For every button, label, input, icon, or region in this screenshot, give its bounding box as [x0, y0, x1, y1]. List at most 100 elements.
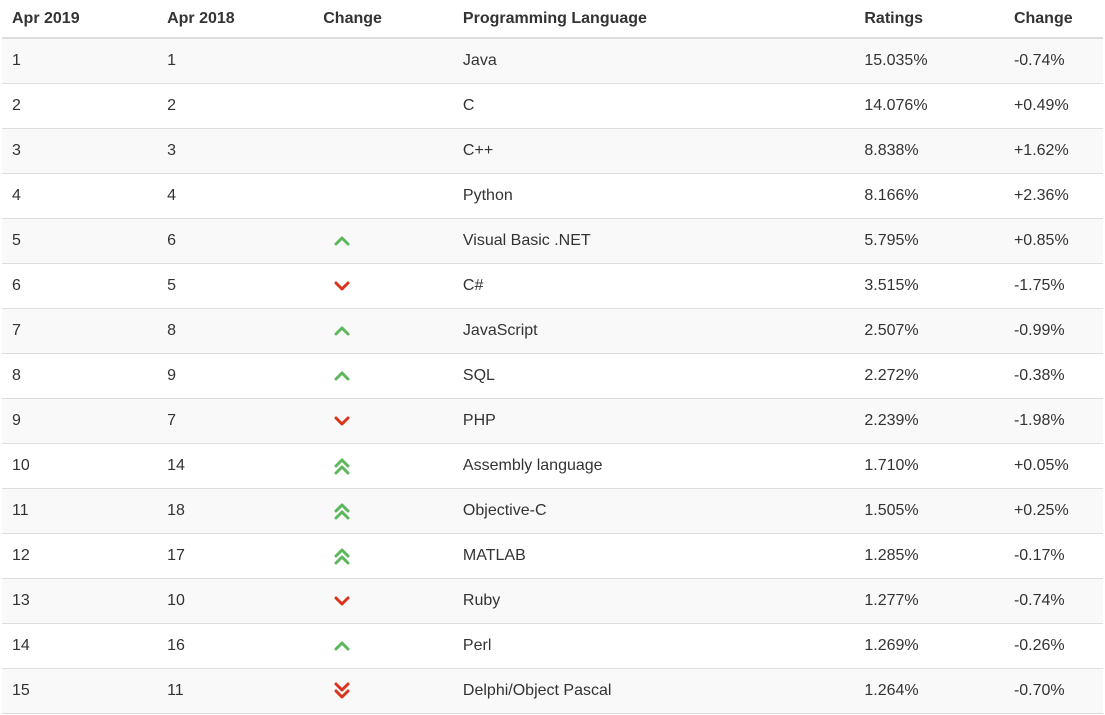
rank-2019: 10: [2, 443, 158, 489]
rank-2018: 18: [157, 488, 314, 534]
double-chevron-up-icon: [334, 548, 350, 565]
rank-2018: 7: [157, 398, 314, 444]
rank-change-indicator: [313, 128, 453, 174]
rating-change: -0.99%: [1003, 308, 1103, 354]
language-rating: 5.795%: [854, 218, 1004, 264]
rank-2019: 9: [2, 398, 158, 444]
table-row: 1 1 Java 15.035% -0.74%: [2, 37, 1103, 84]
rating-change: +0.49%: [1003, 83, 1103, 129]
rank-2018: 17: [157, 533, 314, 579]
language-rating: 1.264%: [854, 668, 1004, 714]
language-rating: 8.166%: [854, 173, 1004, 219]
language-name: Java: [452, 37, 855, 84]
chevron-up-icon: [334, 641, 350, 651]
rank-2018: 11: [157, 668, 314, 714]
rank-2019: 7: [2, 308, 158, 354]
double-chevron-up-icon: [334, 503, 350, 520]
rank-2019: 5: [2, 218, 158, 264]
table-row: 9 7 PHP 2.239% -1.98%: [2, 398, 1103, 444]
rank-2019: 8: [2, 353, 158, 399]
language-rating: 3.515%: [854, 263, 1004, 309]
table-row: 14 16 Perl 1.269% -0.26%: [2, 623, 1103, 669]
language-name: JavaScript: [452, 308, 855, 354]
rating-change: -0.26%: [1003, 623, 1103, 669]
rank-2019: 14: [2, 623, 158, 669]
table-row: 4 4 Python 8.166% +2.36%: [2, 173, 1103, 219]
rank-2019: 1: [2, 37, 158, 84]
language-name: Python: [452, 173, 855, 219]
language-name: C: [452, 83, 855, 129]
rating-change: +0.05%: [1003, 443, 1103, 489]
rank-change-indicator: [313, 578, 453, 624]
rank-2018: 1: [157, 37, 314, 84]
header-rank-change: Change: [313, 0, 453, 39]
language-rating: 1.285%: [854, 533, 1004, 579]
language-rating: 2.507%: [854, 308, 1004, 354]
language-rating: 14.076%: [854, 83, 1004, 129]
table-row: 13 10 Ruby 1.277% -0.74%: [2, 578, 1103, 624]
rating-change: +2.36%: [1003, 173, 1103, 219]
rank-change-indicator: [313, 398, 453, 444]
rating-change: +0.85%: [1003, 218, 1103, 264]
language-name: C++: [452, 128, 855, 174]
table-row: 8 9 SQL 2.272% -0.38%: [2, 353, 1103, 399]
table-row: 6 5 C# 3.515% -1.75%: [2, 263, 1103, 309]
language-name: Ruby: [452, 578, 855, 624]
header-rank-2018: Apr 2018: [157, 0, 314, 39]
chevron-up-icon: [334, 371, 350, 381]
header-ratings: Ratings: [854, 0, 1004, 39]
table-row: 3 3 C++ 8.838% +1.62%: [2, 128, 1103, 174]
rank-2019: 3: [2, 128, 158, 174]
language-rating: 15.035%: [854, 37, 1004, 84]
rank-2018: 5: [157, 263, 314, 309]
rank-2019: 4: [2, 173, 158, 219]
rank-change-indicator: [313, 533, 453, 579]
rank-change-indicator: [313, 443, 453, 489]
double-chevron-up-icon: [334, 458, 350, 475]
table-body: 1 1 Java 15.035% -0.74% 2 2 C 14.076% +0.49% 3 3 C++…: [2, 37, 1103, 714]
rank-change-indicator: [313, 263, 453, 309]
language-name: MATLAB: [452, 533, 855, 579]
rank-2019: 11: [2, 488, 158, 534]
table-row: 7 8 JavaScript 2.507% -0.99%: [2, 308, 1103, 354]
language-name: Visual Basic .NET: [452, 218, 855, 264]
table-row: 12 17 MATLAB 1.285% -0.17%: [2, 533, 1103, 579]
rank-2018: 3: [157, 128, 314, 174]
header-programming-language: Programming Language: [452, 0, 855, 39]
rank-2018: 8: [157, 308, 314, 354]
language-rating: 1.269%: [854, 623, 1004, 669]
rank-2018: 10: [157, 578, 314, 624]
chevron-down-icon: [334, 416, 350, 426]
rank-2018: 4: [157, 173, 314, 219]
language-ranking-table: Apr 2019 Apr 2018 Change Programming Lan…: [2, 0, 1103, 714]
language-rating: 1.505%: [854, 488, 1004, 534]
language-name: Perl: [452, 623, 855, 669]
language-rating: 2.239%: [854, 398, 1004, 444]
rating-change: -1.98%: [1003, 398, 1103, 444]
rank-change-indicator: [313, 37, 453, 84]
chevron-down-icon: [334, 596, 350, 606]
table-row: 5 6 Visual Basic .NET 5.795% +0.85%: [2, 218, 1103, 264]
rating-change: +0.25%: [1003, 488, 1103, 534]
language-name: Delphi/Object Pascal: [452, 668, 855, 714]
language-name: SQL: [452, 353, 855, 399]
rank-2018: 14: [157, 443, 314, 489]
rank-2018: 6: [157, 218, 314, 264]
rating-change: -0.74%: [1003, 578, 1103, 624]
language-rating: 1.710%: [854, 443, 1004, 489]
language-name: C#: [452, 263, 855, 309]
rank-change-indicator: [313, 488, 453, 534]
rank-change-indicator: [313, 308, 453, 354]
table-row: 2 2 C 14.076% +0.49%: [2, 83, 1103, 129]
rating-change: +1.62%: [1003, 128, 1103, 174]
rating-change: -0.74%: [1003, 37, 1103, 84]
rank-change-indicator: [313, 218, 453, 264]
rating-change: -1.75%: [1003, 263, 1103, 309]
header-rank-2019: Apr 2019: [2, 0, 158, 39]
header-rating-change: Change: [1003, 0, 1103, 39]
language-rating: 2.272%: [854, 353, 1004, 399]
rank-2019: 15: [2, 668, 158, 714]
rating-change: -0.38%: [1003, 353, 1103, 399]
rank-2018: 9: [157, 353, 314, 399]
rank-2019: 12: [2, 533, 158, 579]
